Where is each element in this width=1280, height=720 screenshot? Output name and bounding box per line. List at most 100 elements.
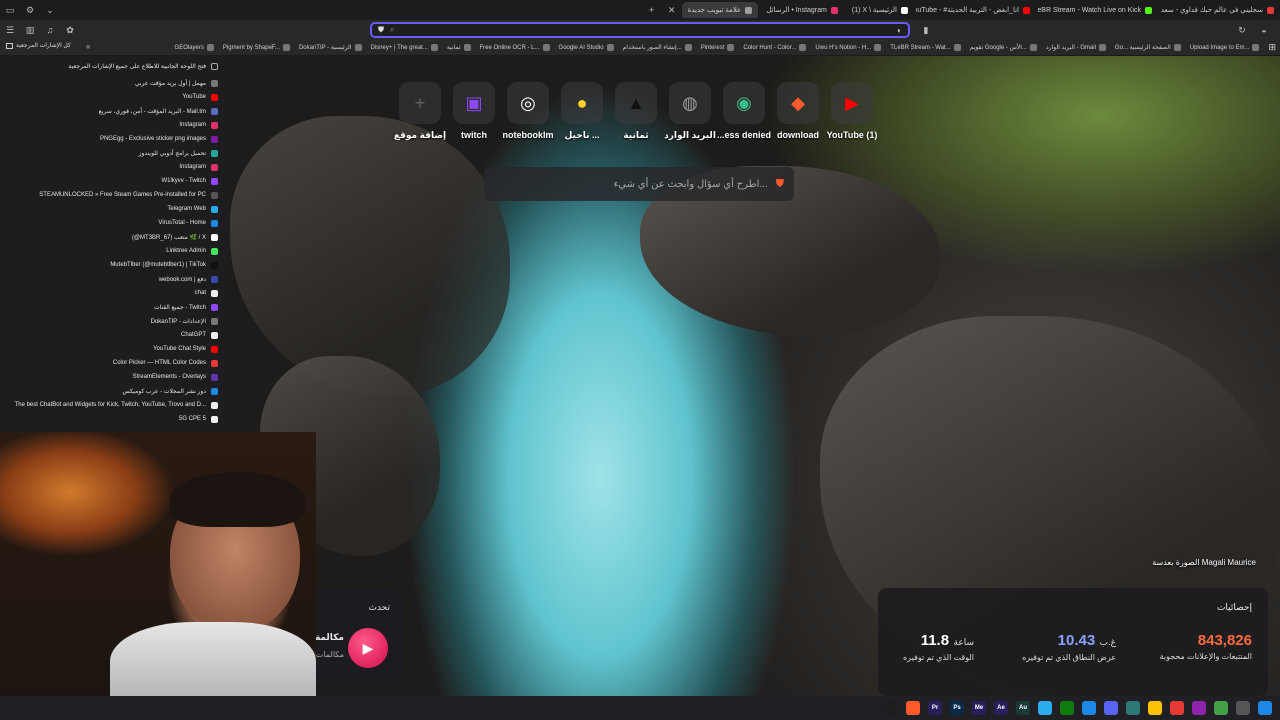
photo-credit[interactable]: الصورة بعدسة Magali Maurice (1152, 558, 1256, 567)
taskbar-app-icon[interactable]: Me (972, 701, 986, 715)
sidebar-bookmark-item[interactable]: The best ChatBot and Widgets for Kick, T… (0, 398, 230, 412)
sidebar-bookmark-item[interactable]: YouTube Chat Style (0, 342, 230, 356)
close-tab-icon[interactable]: ✕ (662, 0, 682, 20)
sidebar-bookmark-item[interactable]: STEAMUNLOCKED » Free Steam Games Pre-ins… (0, 188, 230, 202)
tab[interactable]: YouTube - #انا_ابغض - التربية الحديثة (916, 2, 1036, 18)
shield-icon[interactable]: ⛊ (378, 25, 384, 35)
media-icon[interactable]: ♫ (43, 23, 57, 37)
sidebar-bookmark-item[interactable]: (@MT3BR_67) متعب 🌿 / X (0, 230, 230, 244)
menu-icon[interactable]: ☰ (3, 23, 17, 37)
new-tab-button[interactable]: + (642, 0, 662, 20)
address-bar[interactable]: ⛊ ⌕ ◐ (370, 22, 910, 38)
taskbar-app-icon[interactable] (1148, 701, 1162, 715)
taskbar-app-icon[interactable] (1038, 701, 1052, 715)
brave-shield-icon[interactable]: ◐ (897, 26, 902, 35)
sidebar-bookmark-item[interactable]: PNGEgg - Exclusive sticker png images (0, 132, 230, 146)
chevron-down-icon[interactable]: ⌄ (40, 0, 60, 20)
taskbar-app-icon[interactable] (1104, 701, 1118, 715)
shortcut-tile[interactable]: ◉ ...ess denied (717, 82, 771, 141)
bookmark-item[interactable]: إنشاء الصور باستخدام... (623, 44, 692, 51)
settings-icon[interactable]: ⚙ (20, 0, 40, 20)
taskbar-app-icon[interactable] (884, 701, 898, 715)
sidebar-bookmark-item[interactable]: Instagram (0, 160, 230, 174)
stat-label: الوقت الذي تم توفيره (902, 653, 974, 662)
bookmark-item[interactable]: Go... الصفحة الرئيسية (1115, 44, 1181, 51)
tab[interactable]: سجليني في عالم حبك فداوي - سعد بن (1160, 2, 1280, 18)
sidebar-bookmark-item[interactable]: YouTube (0, 90, 230, 104)
sidebar-bookmark-item[interactable]: Instagram (0, 118, 230, 132)
bookmark-item[interactable]: Pinterest (701, 44, 735, 51)
bookmark-item[interactable]: Google AI Studio (559, 44, 614, 51)
bookmark-item[interactable]: ثمانية (447, 44, 471, 51)
bookmark-item[interactable]: Pigment by ShapeF... (223, 44, 290, 51)
all-bookmarks-button[interactable]: كل الإشارات المرجعية (6, 42, 71, 49)
taskbar-app-icon[interactable] (1126, 701, 1140, 715)
profile-icon[interactable]: ◒ (1257, 23, 1271, 37)
bookmark-item[interactable]: TLeBR Stream - Wat... (890, 44, 961, 51)
sidebar-bookmark-item[interactable]: تحميل برامج أدوبي للويندوز (0, 146, 230, 160)
bookmark-favicon-icon (211, 359, 218, 367)
sidebar-icon[interactable]: ▥ (23, 23, 37, 37)
talk-card[interactable]: تحدث مكالمة مكالمات ▶ (316, 590, 402, 680)
sidebar-bookmark-item[interactable]: W1lkyvv - Twitch (0, 174, 230, 188)
taskbar-app-icon[interactable]: Au (1016, 701, 1030, 715)
bookmark-item[interactable]: GEOlayers (175, 44, 214, 51)
video-call-icon[interactable]: ▶ (348, 628, 388, 668)
shortcut-tile[interactable]: ◎ notebooklm (503, 82, 554, 141)
bookmark-item[interactable]: تقويم Google - الأس... (970, 44, 1037, 51)
sidebar-bookmark-item[interactable]: MutebTlber (@mutebtlber1) | TikTok (0, 258, 230, 272)
tab[interactable]: علامة تبويب جديدة (681, 2, 759, 18)
sidebar-bookmark-item[interactable]: 5G CPE 5 (0, 412, 230, 426)
bookmark-item[interactable]: البريد الوارد - Gmail (1046, 44, 1106, 51)
sidebar-header[interactable]: فتح اللوحة الجانبية للاطلاع على جميع الإ… (0, 56, 230, 76)
sidebar-bookmark-item[interactable]: البريد المؤقت - أمن، فوري، سريع - Mail.t… (0, 104, 230, 118)
taskbar-app-icon[interactable] (1082, 701, 1096, 715)
bookmark-item[interactable]: Color Hunt - Color... (743, 44, 807, 51)
sidebar-bookmark-item[interactable]: Linktree Admin (0, 244, 230, 258)
taskbar-app-icon[interactable] (1236, 701, 1250, 715)
taskbar-app-icon[interactable]: Ae (994, 701, 1008, 715)
extension-icon[interactable]: ✿ (63, 23, 77, 37)
tab[interactable]: TLeBR Stream - Watch Live on Kick (1038, 2, 1158, 18)
shortcut-tile[interactable]: ▣ twitch (452, 82, 496, 141)
sidebar-bookmark-item[interactable]: مهمل | أول بريد مؤقت عربي (0, 76, 230, 90)
shortcut-tile[interactable]: ◍ البريد الوارد (664, 82, 716, 141)
tab[interactable]: الرسائل • Instagram (760, 2, 844, 18)
sidebar-bookmark-item[interactable]: VirusTotal - Home (0, 216, 230, 230)
bookmark-item[interactable]: Upload Image to Em... (1190, 44, 1260, 51)
shortcut-tile[interactable]: ◆ download (776, 82, 820, 141)
taskbar-app-icon[interactable] (1060, 701, 1074, 715)
sidebar-bookmark-item[interactable]: ChatGPT (0, 328, 230, 342)
sidebar-bookmark-item[interactable]: chat (0, 286, 230, 300)
bookmark-item[interactable]: Uwu H's Notion - H... (815, 44, 882, 51)
taskbar-app-icon[interactable] (1214, 701, 1228, 715)
taskbar-app-icon[interactable] (1170, 701, 1184, 715)
shortcut-tile[interactable]: ▲ ثمانية (614, 82, 658, 141)
bookmark-icon[interactable]: ▮ (919, 23, 933, 37)
taskbar-app-icon[interactable]: Ps (950, 701, 964, 715)
sidebar-bookmark-item[interactable]: webook.com | دفع (0, 272, 230, 286)
shortcut-tile[interactable]: ▶ YouTube (1) (827, 82, 877, 141)
taskbar-app-icon[interactable] (1258, 701, 1272, 715)
sidebar-bookmark-item[interactable]: دور نشر المجلات - عرب كوميكس (0, 384, 230, 398)
sidebar-bookmark-item[interactable]: Color Picker — HTML Color Codes (0, 356, 230, 370)
search-box[interactable]: اطرح أي سؤال وابحث عن أي شيء... ⛊ (484, 167, 794, 201)
sidebar-bookmark-item[interactable]: Telegram Web (0, 202, 230, 216)
bookmark-item[interactable]: DokanTIP - الرئيسية (299, 44, 362, 51)
taskbar-app-icon[interactable] (906, 701, 920, 715)
tab[interactable]: (1) X \ الرئيسية (846, 2, 914, 18)
sidebar-bookmark-item[interactable]: جميع القنات - Twitch (0, 300, 230, 314)
sidebar-bookmark-item[interactable]: StreamElements - Overlays (0, 370, 230, 384)
reload-icon[interactable]: ↻ (1235, 23, 1249, 37)
sidebar-toggle-icon[interactable]: ▭ (0, 0, 20, 20)
shortcut-tile[interactable]: ● ناحيل ... (560, 82, 604, 141)
shortcut-tile[interactable]: + إضافة موقع (394, 82, 446, 141)
bookmarks-more-icon[interactable]: ⊞ (1268, 42, 1276, 53)
sidebar-bookmark-item[interactable]: DokanTIP - الإعدادات (0, 314, 230, 328)
taskbar-app-icon[interactable]: Pr (928, 701, 942, 715)
bookmark-item[interactable]: Disney+ | The great... (371, 44, 438, 51)
bookmark-favicon-icon (953, 44, 961, 51)
bookmark-item[interactable]: Free Online OCR - L... (480, 44, 550, 51)
taskbar-app-icon[interactable] (1192, 701, 1206, 715)
bookmarks-overflow-icon[interactable]: « (86, 42, 90, 51)
